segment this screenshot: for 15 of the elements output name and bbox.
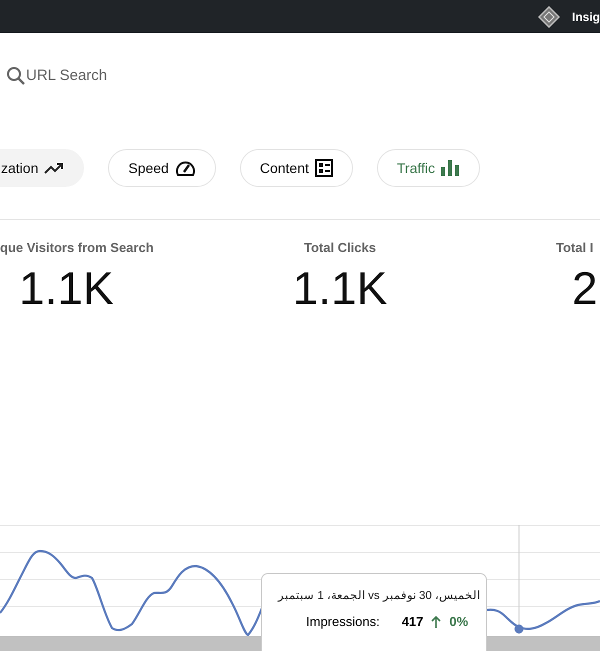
category-tab[interactable]: Speed bbox=[108, 149, 216, 187]
change-percent: 0% bbox=[449, 614, 468, 630]
metric-value: 417 bbox=[402, 614, 424, 630]
stat-value: 1.1K bbox=[19, 265, 114, 311]
stat-value: 2 bbox=[572, 265, 598, 311]
category-tab[interactable]: Content bbox=[240, 149, 353, 187]
stat-value: 1.1K bbox=[292, 265, 388, 311]
stat-label: Total Clicks bbox=[304, 240, 376, 255]
metric-label: Impressions: bbox=[306, 614, 380, 630]
category-tab[interactable]: Traffic bbox=[376, 149, 480, 187]
app-title: Insig bbox=[572, 10, 600, 24]
stat-label: Total I bbox=[556, 240, 594, 255]
category-tab[interactable]: zation bbox=[0, 149, 84, 187]
tooltip-title: الخميس، 30 نوفمبر vs الجمعة، 1 سبتمبر bbox=[276, 589, 480, 604]
stat-label: que Visitors from Search bbox=[0, 240, 154, 255]
